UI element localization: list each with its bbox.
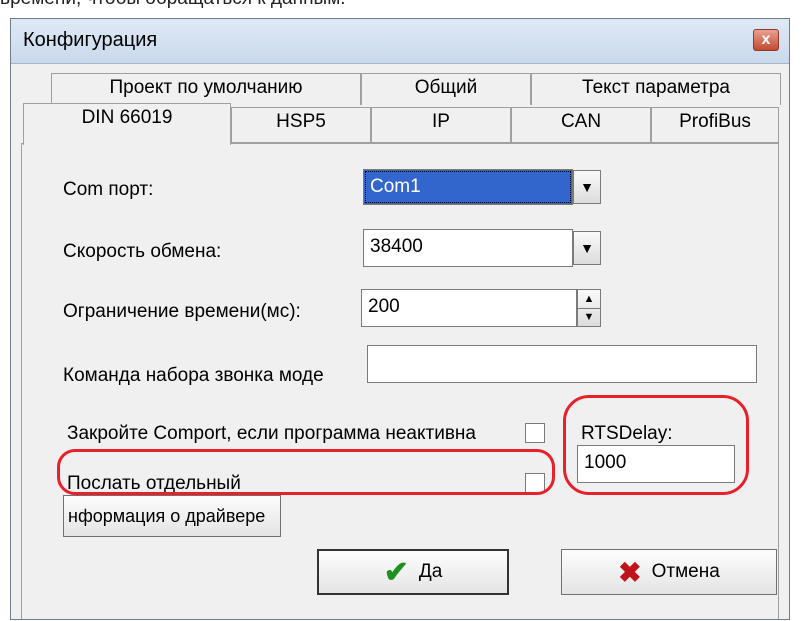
com-port-select[interactable]: Com1: [363, 169, 573, 205]
config-dialog: Конфигурация x Проект по умолчанию Общий…: [10, 18, 790, 620]
baud-rate-label: Скорость обмена:: [63, 241, 222, 262]
title-bar: Конфигурация x: [11, 19, 789, 64]
tab-hsp5[interactable]: HSP5: [231, 107, 371, 143]
driver-info-button[interactable]: нформация о драйвере: [63, 495, 281, 537]
modem-command-label: Команда набора звонка моде: [63, 365, 324, 386]
cancel-button-label: Отмена: [651, 561, 720, 582]
tab-din-66019[interactable]: DIN 66019: [23, 103, 231, 145]
timeout-input[interactable]: 200: [361, 289, 577, 327]
com-port-dropdown-button[interactable]: ▼: [573, 170, 601, 204]
close-comport-label: Закройте Comport, если программа неактив…: [67, 423, 476, 444]
chevron-down-icon: ▼: [580, 179, 594, 195]
cross-icon: ✖: [618, 556, 642, 588]
tab-general[interactable]: Общий: [361, 73, 531, 105]
send-separate-checkbox[interactable]: [525, 473, 545, 493]
timeout-label: Ограничение времени(мс):: [63, 301, 301, 322]
close-comport-checkbox[interactable]: [525, 423, 545, 443]
tab-profibus[interactable]: ProfiBus: [651, 107, 779, 143]
tab-default-project[interactable]: Проект по умолчанию: [51, 73, 361, 105]
check-icon: ✔: [383, 555, 409, 589]
ok-button-label: Да: [418, 561, 443, 582]
close-icon: x: [761, 31, 771, 48]
baud-rate-dropdown-button[interactable]: ▼: [573, 231, 601, 265]
send-separate-label: Послать отдельный: [67, 473, 241, 494]
cancel-button[interactable]: ✖ Отмена: [561, 549, 777, 595]
modem-command-input[interactable]: [367, 345, 757, 383]
tab-parameter-text[interactable]: Текст параметра: [531, 73, 781, 105]
spin-down-icon[interactable]: ▼: [578, 308, 600, 326]
tab-can[interactable]: CAN: [511, 107, 651, 143]
rts-delay-label: RTSDelay:: [581, 423, 673, 444]
chevron-down-icon: ▼: [580, 240, 594, 256]
timeout-spinner[interactable]: ▲ ▼: [577, 289, 601, 327]
background-text: времени, чтобы обращаться к данным.: [0, 0, 346, 10]
rts-delay-input[interactable]: 1000: [577, 445, 735, 483]
baud-rate-select[interactable]: 38400: [363, 229, 573, 267]
com-port-label: Com порт:: [63, 179, 154, 200]
tab-ip[interactable]: IP: [371, 107, 511, 143]
window-title: Конфигурация: [23, 29, 158, 51]
ok-button[interactable]: ✔ Да: [317, 549, 509, 595]
close-button[interactable]: x: [753, 29, 779, 51]
spin-up-icon[interactable]: ▲: [578, 290, 600, 309]
